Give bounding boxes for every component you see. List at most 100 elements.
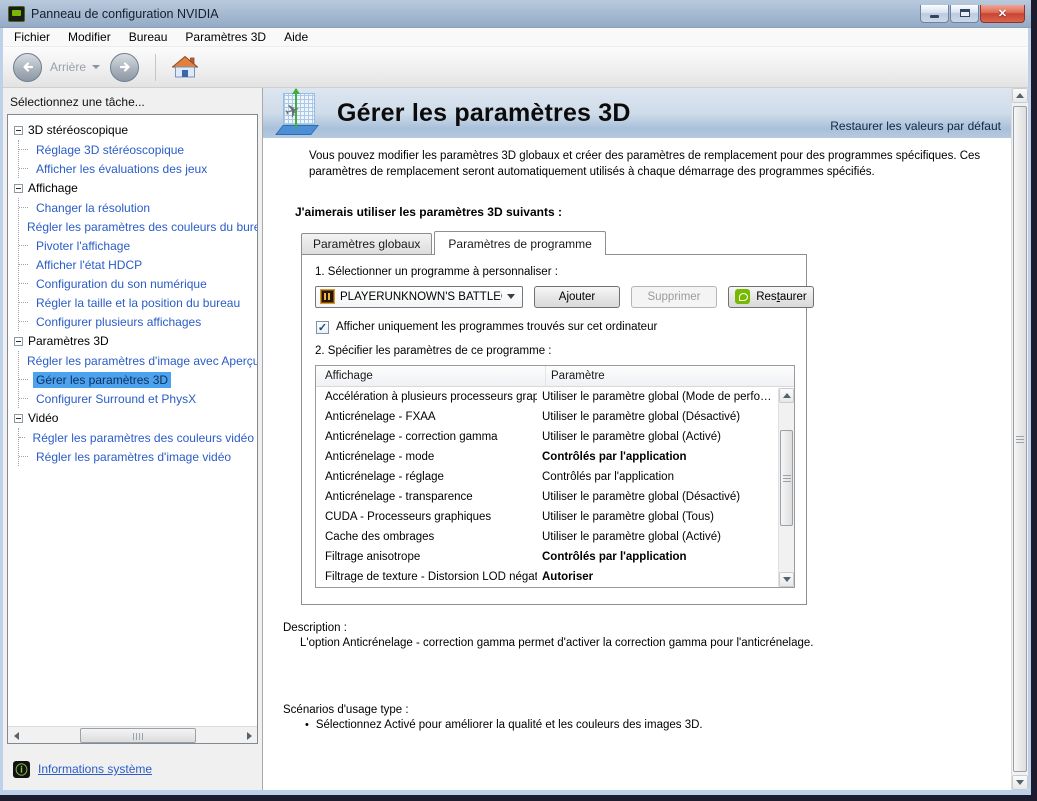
tree-group-label[interactable]: Affichage xyxy=(28,181,78,195)
program-icon xyxy=(320,289,335,304)
horizontal-scroll-thumb[interactable] xyxy=(80,728,196,743)
scroll-down-button[interactable] xyxy=(779,572,794,587)
tree-item[interactable]: Régler la taille et la position du burea… xyxy=(33,293,257,312)
tree-group-label[interactable]: Vidéo xyxy=(28,411,58,425)
tree-item[interactable]: Régler les paramètres des couleurs vidéo xyxy=(33,428,257,447)
table-row[interactable]: Anticrénelage - FXAAUtiliser le paramètr… xyxy=(316,407,777,427)
settings-table: Affichage Paramètre Accélération à plusi… xyxy=(315,365,795,588)
tree-collapse-icon[interactable] xyxy=(14,184,23,193)
setting-value-cell[interactable]: Utiliser le paramètre global (Activé) xyxy=(537,531,777,543)
back-history-dropdown-icon[interactable] xyxy=(92,65,100,69)
column-header-feature[interactable]: Affichage xyxy=(316,366,546,386)
table-row[interactable]: Anticrénelage - réglageContrôlés par l'a… xyxy=(316,467,777,487)
forward-button[interactable] xyxy=(110,53,139,82)
add-button[interactable]: Ajouter xyxy=(534,286,620,308)
menu-item[interactable]: Aide xyxy=(275,28,317,46)
setting-value-cell[interactable]: Utiliser le paramètre global (Désactivé) xyxy=(537,491,777,503)
table-row[interactable]: Anticrénelage - transparenceUtiliser le … xyxy=(316,487,777,507)
scroll-right-button[interactable] xyxy=(241,728,257,743)
maximize-button[interactable] xyxy=(950,5,979,23)
tree-horizontal-scrollbar[interactable] xyxy=(8,726,257,743)
column-header-value[interactable]: Paramètre xyxy=(546,370,794,382)
setting-value-cell[interactable]: Utiliser le paramètre global (Mode de pe… xyxy=(537,391,777,403)
bullet-icon: • xyxy=(305,719,309,731)
setting-value-cell[interactable]: Utiliser le paramètre global (Tous) xyxy=(537,511,777,523)
table-row[interactable]: Accélération à plusieurs processeurs gra… xyxy=(316,387,777,407)
back-button[interactable] xyxy=(13,53,42,82)
menu-item[interactable]: Fichier xyxy=(5,28,59,46)
tree-collapse-icon[interactable] xyxy=(14,414,23,423)
system-info-row: ⓘ Informations système xyxy=(3,748,262,790)
tree-group: Paramètres 3D xyxy=(14,331,257,351)
show-found-programs-checkbox-row[interactable]: ✓ Afficher uniquement les programmes tro… xyxy=(316,321,794,334)
tree-item[interactable]: Afficher les évaluations des jeux xyxy=(33,159,257,178)
scroll-up-button[interactable] xyxy=(779,388,794,403)
tree-item[interactable]: Régler les paramètres des couleurs du bu… xyxy=(33,217,257,236)
tree-item-label: Régler les paramètres d'image avec Aperç… xyxy=(24,353,258,369)
tree-group-label[interactable]: 3D stéréoscopique xyxy=(28,123,128,137)
main-scroll-thumb[interactable] xyxy=(1013,106,1027,772)
main-scrollbar[interactable] xyxy=(1011,88,1028,790)
tree-item[interactable]: Gérer les paramètres 3D xyxy=(33,370,257,389)
tree-item[interactable]: Régler les paramètres d'image vidéo xyxy=(33,447,257,466)
setting-value-cell[interactable]: Utiliser le paramètre global (Activé) xyxy=(537,431,777,443)
table-scroll-thumb[interactable] xyxy=(780,430,793,526)
menu-item[interactable]: Modifier xyxy=(59,28,120,46)
table-row[interactable]: Filtrage de texture - Distorsion LOD nég… xyxy=(316,567,777,587)
page-title: Gérer les paramètres 3D xyxy=(337,99,631,128)
scroll-right-icon xyxy=(247,732,252,740)
setting-value-cell[interactable]: Contrôlés par l'application xyxy=(537,551,777,563)
close-button[interactable]: ✕ xyxy=(980,5,1025,23)
home-button[interactable] xyxy=(170,53,200,81)
scroll-left-button[interactable] xyxy=(8,728,24,743)
tree-item[interactable]: Réglage 3D stéréoscopique xyxy=(33,140,257,159)
tab-inactive[interactable]: Paramètres globaux xyxy=(301,233,432,254)
setting-value-cell[interactable]: Autoriser xyxy=(537,571,777,583)
setting-name-cell: Anticrénelage - mode xyxy=(316,451,537,463)
setting-value-cell[interactable]: Utiliser le paramètre global (Désactivé) xyxy=(537,411,777,423)
table-row[interactable]: Anticrénelage - modeContrôlés par l'appl… xyxy=(316,447,777,467)
program-select[interactable]: PLAYERUNKNOWN'S BATTLEGR... xyxy=(315,286,523,308)
nvidia-app-icon xyxy=(8,6,25,22)
restore-button[interactable]: Restaurer xyxy=(728,286,814,308)
tree-group-label[interactable]: Paramètres 3D xyxy=(28,334,109,348)
remove-button[interactable]: Supprimer xyxy=(631,286,717,308)
tree-item[interactable]: Configurer plusieurs affichages xyxy=(33,312,257,331)
tree-item[interactable]: Afficher l'état HDCP xyxy=(33,255,257,274)
program-select-value: PLAYERUNKNOWN'S BATTLEGR... xyxy=(340,291,502,303)
minimize-button[interactable] xyxy=(920,5,949,23)
window-controls: ✕ xyxy=(920,5,1025,23)
checkbox-checked-icon[interactable]: ✓ xyxy=(316,321,329,334)
setting-name-cell: Anticrénelage - correction gamma xyxy=(316,431,537,443)
titlebar[interactable]: Panneau de configuration NVIDIA ✕ xyxy=(0,0,1031,28)
menu-item[interactable]: Paramètres 3D xyxy=(176,28,275,46)
home-icon xyxy=(172,55,198,79)
setting-name-cell: Anticrénelage - FXAA xyxy=(316,411,537,423)
table-row[interactable]: Filtrage anisotropeContrôlés par l'appli… xyxy=(316,547,777,567)
tree-item-label: Régler les paramètres des couleurs du bu… xyxy=(24,219,258,235)
tree-item[interactable]: Régler les paramètres d'image avec Aperç… xyxy=(33,351,257,370)
tree-item[interactable]: Configuration du son numérique xyxy=(33,274,257,293)
table-row[interactable]: Anticrénelage - correction gammaUtiliser… xyxy=(316,427,777,447)
tree-item[interactable]: Configurer Surround et PhysX xyxy=(33,389,257,408)
setting-value-cell[interactable]: Contrôlés par l'application xyxy=(537,451,777,463)
main-scroll-up-button[interactable] xyxy=(1012,88,1028,103)
tree-collapse-icon[interactable] xyxy=(14,337,23,346)
tab-active[interactable]: Paramètres de programme xyxy=(434,231,605,255)
tree-item-label: Régler les paramètres des couleurs vidéo xyxy=(30,430,257,446)
scenarios-heading: Scénarios d'usage type : xyxy=(283,704,1011,716)
tree-collapse-icon[interactable] xyxy=(14,126,23,135)
table-row[interactable]: Cache des ombragesUtiliser le paramètre … xyxy=(316,527,777,547)
setting-value-cell[interactable]: Contrôlés par l'application xyxy=(537,471,777,483)
tree-item-label: Régler les paramètres d'image vidéo xyxy=(33,449,234,465)
main-scroll-down-button[interactable] xyxy=(1012,775,1028,790)
menu-item[interactable]: Bureau xyxy=(120,28,177,46)
tree-item-label: Régler la taille et la position du burea… xyxy=(33,295,243,311)
tree-item[interactable]: Changer la résolution xyxy=(33,198,257,217)
system-info-link[interactable]: Informations système xyxy=(38,762,152,776)
table-row[interactable]: CUDA - Processeurs graphiquesUtiliser le… xyxy=(316,507,777,527)
table-scrollbar[interactable] xyxy=(778,388,794,587)
restore-defaults-link[interactable]: Restaurer les valeurs par défaut xyxy=(830,119,1001,133)
tree-item[interactable]: Pivoter l'affichage xyxy=(33,236,257,255)
tree-children: Régler les paramètres d'image avec Aperç… xyxy=(18,351,257,408)
